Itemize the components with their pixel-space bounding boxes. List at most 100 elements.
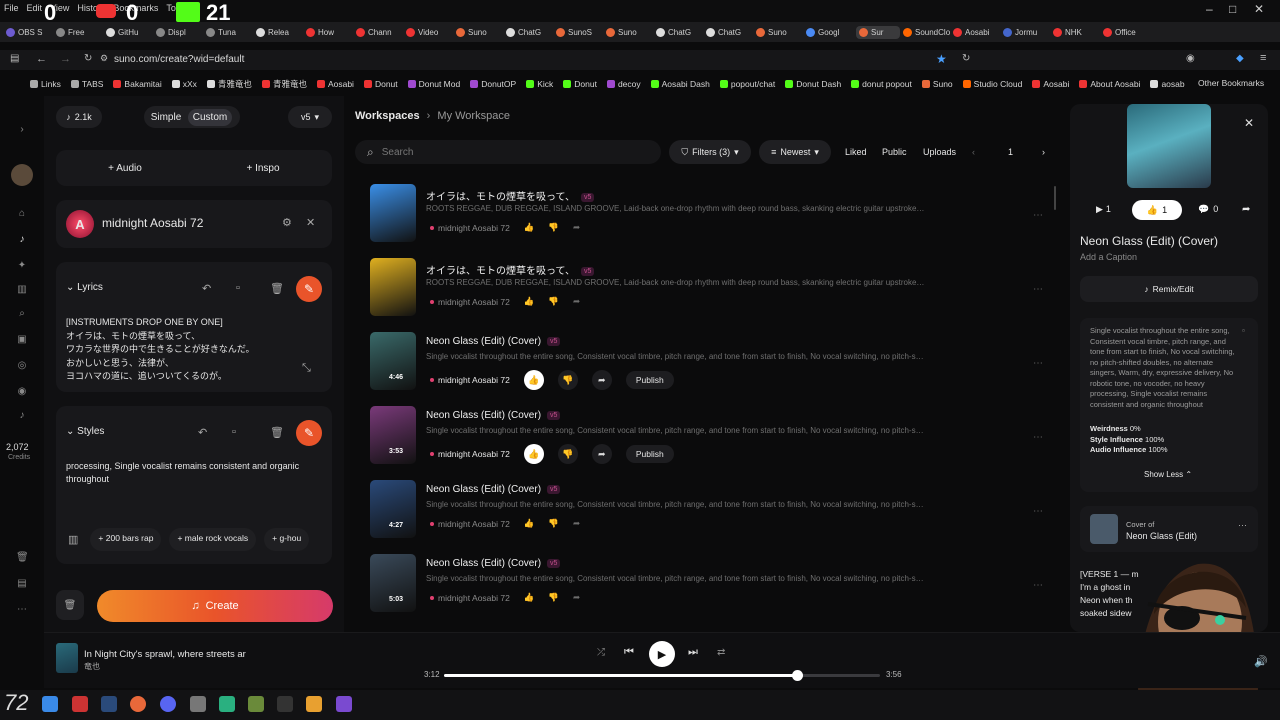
bookmark-item[interactable]: decoy <box>606 79 641 89</box>
browser-tab[interactable]: Jormu <box>1003 27 1050 37</box>
copy-styles-icon[interactable]: ▫ <box>232 426 236 438</box>
sort-button[interactable]: ≡ Newest ▾ <box>759 140 831 164</box>
persona-card[interactable]: A midnight Aosabi 72 ⚙ ✕ <box>56 200 332 248</box>
browser-tab[interactable]: OBS S <box>6 27 53 37</box>
song-title[interactable]: Neon Glass (Edit) (Cover) v5 <box>426 410 561 421</box>
studio-icon[interactable]: ▣ <box>16 334 28 346</box>
browser-tab[interactable]: ChatG <box>656 27 703 37</box>
explore-icon[interactable]: ✦ <box>16 260 28 272</box>
version-select[interactable]: v5 ▾ <box>288 106 332 128</box>
undo-styles-icon[interactable]: ↶ <box>198 426 207 439</box>
song-author[interactable]: midnight Aosabi 72 <box>430 593 510 603</box>
create-button[interactable]: ♫ Create <box>97 590 333 622</box>
start-icon[interactable] <box>42 696 58 712</box>
dislike-button[interactable]: 👎 <box>557 444 578 464</box>
sidebar-toggle-icon[interactable]: ▤ <box>10 53 19 64</box>
thumbs-down-icon[interactable]: 👎 <box>548 592 559 603</box>
bookmark-item[interactable]: Donut <box>363 79 398 89</box>
account-icon[interactable]: ◉ <box>1186 53 1195 64</box>
menu-file[interactable]: File <box>4 3 19 13</box>
bookmark-item[interactable]: Studio Cloud <box>962 79 1022 89</box>
remix-button[interactable]: ♪ Remix/Edit <box>1080 276 1258 302</box>
browser-tab[interactable]: Suno <box>606 27 653 37</box>
more-options-icon[interactable]: ⋯ <box>1033 432 1043 443</box>
song-thumbnail[interactable] <box>370 258 416 316</box>
now-playing-artist[interactable]: 竜也 <box>84 661 100 672</box>
share-icon[interactable]: ➦ <box>573 222 580 233</box>
tag-library-icon[interactable]: ▥ <box>64 528 82 551</box>
bookmark-item[interactable]: TABS <box>70 79 103 89</box>
share-icon[interactable]: ➦ <box>573 518 580 529</box>
next-icon[interactable]: ⏭ <box>688 646 698 659</box>
magic-styles-button[interactable]: ✎ <box>296 420 322 446</box>
uploads-filter[interactable]: Uploads <box>923 147 956 157</box>
restore-icon[interactable]: □ <box>1229 2 1236 16</box>
more-options-icon[interactable]: ⋯ <box>1033 580 1043 591</box>
bookmark-item[interactable]: Donut Mod <box>407 79 460 89</box>
next-page-icon[interactable]: › <box>1042 147 1045 157</box>
browser-tab[interactable]: ChatG <box>706 27 753 37</box>
bookmark-item[interactable]: Aosabi <box>1032 79 1069 89</box>
other-bookmarks[interactable]: Other Bookmarks <box>1198 78 1264 88</box>
share-icon[interactable]: ➦ <box>573 296 580 307</box>
filters-button[interactable]: ⛉ Filters (3) ▾ <box>669 140 751 164</box>
magic-lyrics-button[interactable]: ✎ <box>296 276 322 302</box>
previous-icon[interactable]: ⏮ <box>624 646 634 659</box>
thumbs-down-icon[interactable]: 👎 <box>548 296 559 307</box>
browser-tab[interactable]: GitHu <box>106 27 153 37</box>
audio-button[interactable]: + Audio <box>56 163 194 174</box>
delete-icon[interactable]: 🗑 <box>270 282 284 295</box>
bookmark-item[interactable]: xXx <box>171 79 197 89</box>
browser-tab[interactable]: Office <box>1103 27 1150 37</box>
search-icon[interactable]: ⌕ <box>16 308 28 320</box>
site-info-icon[interactable]: ⚙ <box>100 53 108 64</box>
progress-handle[interactable] <box>792 670 804 681</box>
song-row[interactable]: 3:53 Neon Glass (Edit) (Cover) v5 Single vo… <box>370 406 1050 480</box>
song-row[interactable]: オイラは、モトの煙草を吸って、 v5 ROOTS REGGAE, DUB REGGA… <box>370 258 1050 332</box>
browser-tab[interactable]: NHK <box>1053 27 1100 37</box>
browser-tab[interactable]: Suno <box>456 27 503 37</box>
expand-icon[interactable]: › <box>16 124 28 136</box>
browser-tab[interactable]: Video <box>406 27 453 37</box>
discord-icon[interactable] <box>160 696 176 712</box>
app-icon-terminal[interactable] <box>277 696 293 712</box>
url-field[interactable]: suno.com/create?wid=default <box>114 54 244 65</box>
song-thumbnail[interactable] <box>370 480 416 538</box>
browser-tab[interactable]: SoundClou <box>903 27 950 37</box>
browser-tab[interactable]: Relea <box>256 27 303 37</box>
comment-count[interactable]: 💬 0 <box>1198 204 1218 215</box>
bookmark-item[interactable]: aosab <box>1150 79 1185 89</box>
inspo-button[interactable]: + Inspo <box>194 163 332 174</box>
bookmark-item[interactable]: Donut Dash <box>785 79 841 89</box>
library-icon[interactable]: ▥ <box>16 284 28 296</box>
more-options-icon[interactable]: ⋯ <box>1033 284 1043 295</box>
browser-tab[interactable]: SunoS <box>556 27 603 37</box>
bookmark-item[interactable]: Donut <box>563 79 597 89</box>
publish-button[interactable]: Publish <box>625 371 674 389</box>
page-number[interactable]: 1 <box>1008 147 1013 157</box>
bookmark-item[interactable]: 青雅竜也 <box>206 78 252 90</box>
create-icon[interactable]: ♪ <box>16 234 28 246</box>
share-icon[interactable]: ➦ <box>573 592 580 603</box>
trash-icon[interactable]: 🗑 <box>16 552 29 564</box>
app-icon-notes[interactable] <box>248 696 264 712</box>
song-row[interactable]: 5:03 Neon Glass (Edit) (Cover) v5 Single vo… <box>370 554 1050 628</box>
song-author[interactable]: midnight Aosabi 72 <box>430 223 510 233</box>
credits-count-pill[interactable]: ♪ 2.1k <box>56 106 102 128</box>
more-options-icon[interactable]: ⋯ <box>1033 210 1043 221</box>
bookmark-item[interactable]: Bakamitai <box>113 79 162 89</box>
liked-filter[interactable]: Liked <box>845 147 867 157</box>
copy-style-icon[interactable]: ▫ <box>1242 326 1245 335</box>
back-icon[interactable]: ← <box>36 53 47 65</box>
reload-icon[interactable]: ↻ <box>84 53 92 64</box>
style-tag[interactable]: + male rock vocals <box>169 528 257 551</box>
home-icon[interactable]: ⌂ <box>16 208 28 220</box>
now-playing-title[interactable]: In Night City's sprawl, where streets ar <box>84 649 246 660</box>
now-playing-art[interactable] <box>56 643 78 673</box>
song-author[interactable]: midnight Aosabi 72 <box>430 297 510 307</box>
song-row[interactable]: 4:46 Neon Glass (Edit) (Cover) v5 Single vo… <box>370 332 1050 406</box>
close-icon[interactable]: ✕ <box>306 216 315 229</box>
song-author[interactable]: midnight Aosabi 72 <box>430 375 510 385</box>
close-window-icon[interactable]: ✕ <box>1254 2 1264 16</box>
bookmark-item[interactable]: Links <box>30 79 61 89</box>
